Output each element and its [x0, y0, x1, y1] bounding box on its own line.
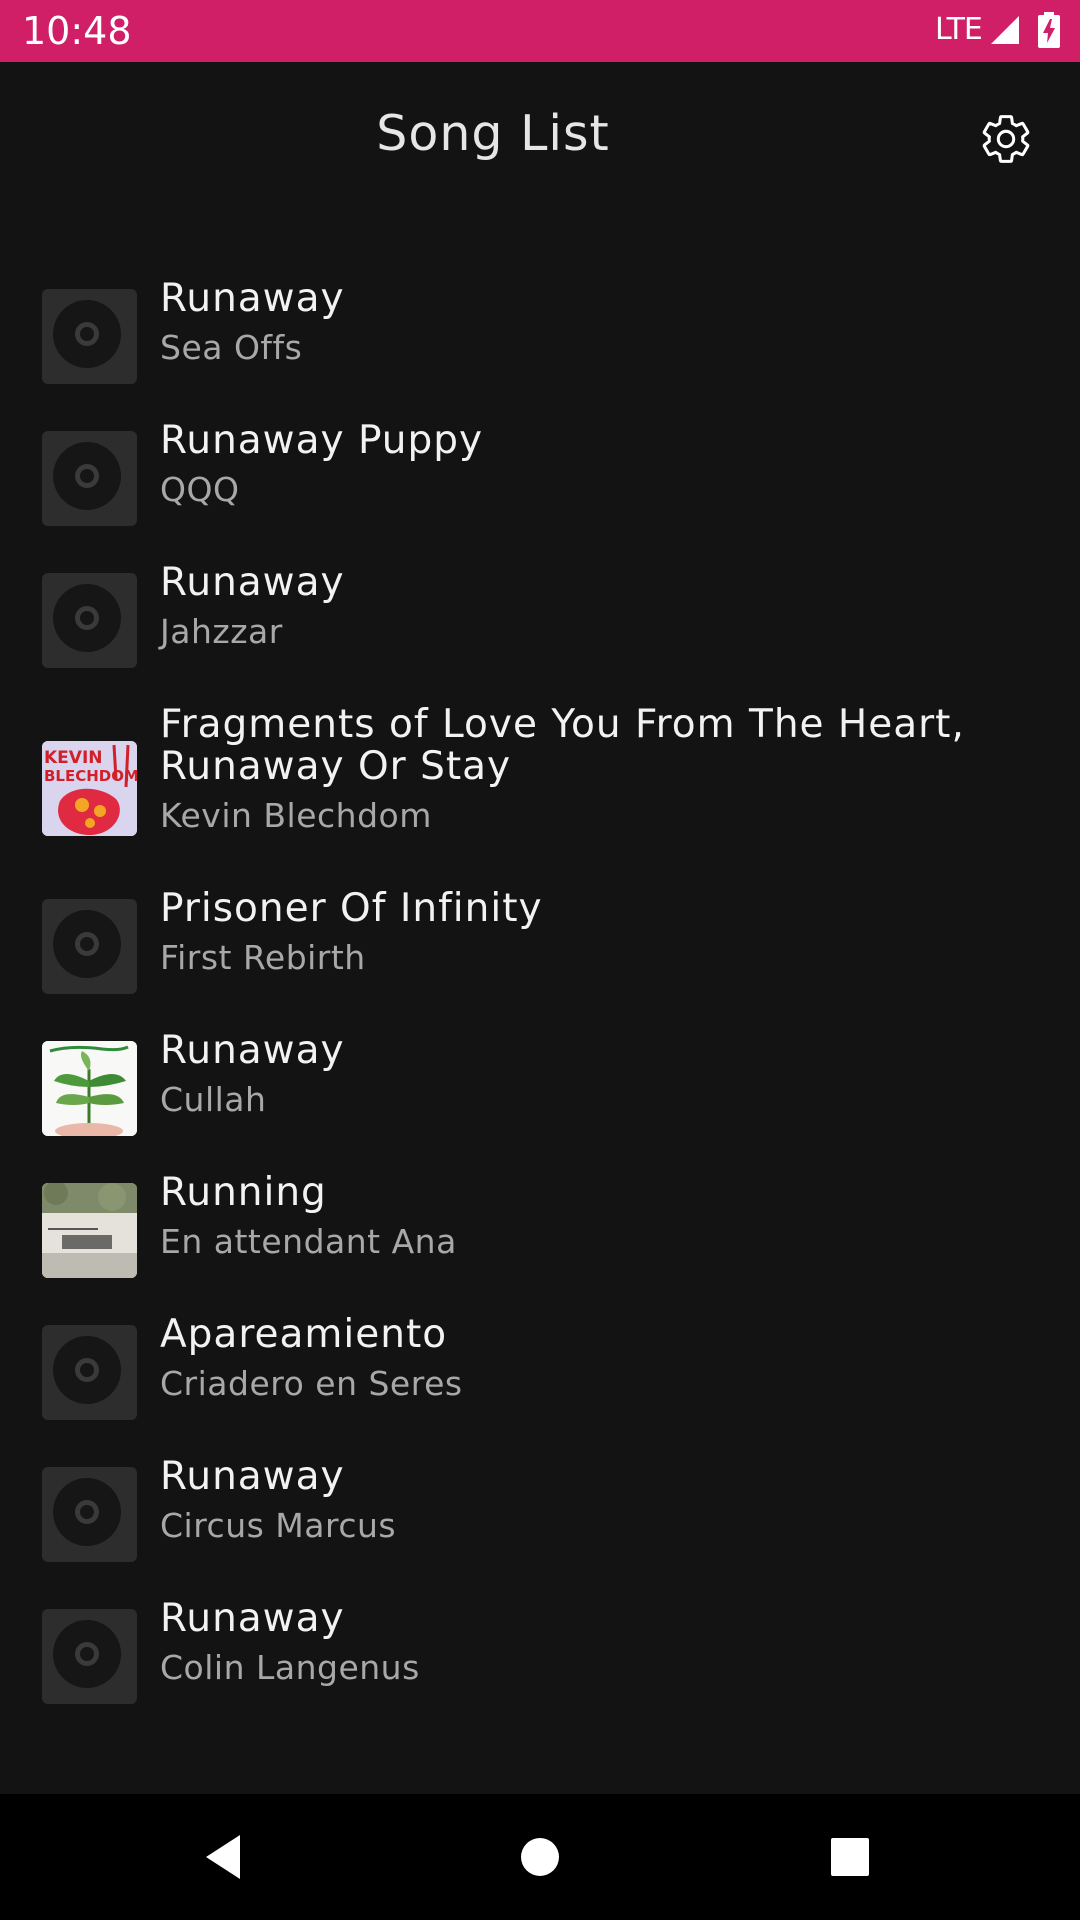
song-artist: Criadero en Seres	[160, 1364, 463, 1403]
gear-icon[interactable]	[978, 111, 1034, 167]
recents-icon[interactable]	[820, 1827, 880, 1887]
song-title: Running	[160, 1170, 327, 1215]
song-artist: Jahzzar	[160, 612, 283, 651]
disc-icon	[42, 431, 137, 526]
song-title: Apareamiento	[160, 1312, 448, 1357]
song-title: Runaway	[160, 1596, 345, 1641]
disc-icon	[42, 1609, 137, 1704]
disc-icon	[42, 289, 137, 384]
disc-icon	[42, 1467, 137, 1562]
disc-icon	[42, 1325, 137, 1420]
status-time: 10:48	[22, 9, 132, 53]
song-title: Prisoner Of Infinity	[160, 886, 543, 931]
list-item[interactable]: Runaway Circus Marcus	[0, 1440, 1080, 1582]
album-cover-cullah	[42, 1041, 137, 1136]
list-item[interactable]: Running En attendant Ana	[0, 1156, 1080, 1298]
list-item[interactable]: Runaway Sea Offs	[0, 262, 1080, 404]
disc-icon	[42, 573, 137, 668]
back-icon[interactable]	[194, 1827, 254, 1887]
song-artist: Circus Marcus	[160, 1506, 397, 1545]
list-item[interactable]: Apareamiento Criadero en Seres	[0, 1298, 1080, 1440]
song-title: Runaway	[160, 1028, 345, 1073]
song-title: Runaway	[160, 560, 345, 605]
song-artist: QQQ	[160, 470, 240, 509]
navigation-bar	[0, 1794, 1080, 1920]
battery-charging-icon	[1038, 12, 1060, 48]
network-type: LTE	[935, 12, 983, 47]
song-list: Runaway Sea Offs Runaway Puppy QQQ Runaw…	[0, 262, 1080, 1724]
song-artist: Colin Langenus	[160, 1648, 420, 1687]
song-artist: Kevin Blechdom	[160, 796, 432, 835]
cover-text-line1: KEVIN	[44, 748, 103, 768]
list-item[interactable]: Prisoner Of Infinity First Rebirth	[0, 872, 1080, 1014]
list-item[interactable]: Runaway Puppy QQQ	[0, 404, 1080, 546]
song-artist: First Rebirth	[160, 938, 366, 977]
song-title: Runaway	[160, 1454, 345, 1499]
page-title: Song List	[376, 105, 610, 162]
song-artist: En attendant Ana	[160, 1222, 457, 1261]
song-title: Runaway Puppy	[160, 418, 484, 463]
list-item[interactable]: Runaway Jahzzar	[0, 546, 1080, 688]
album-cover-kevin-blechdom: KEVIN BLECHDOM	[42, 741, 137, 836]
app-bar: Song List	[0, 62, 1080, 214]
home-icon[interactable]	[510, 1827, 570, 1887]
signal-icon	[991, 16, 1019, 44]
song-artist: Cullah	[160, 1080, 267, 1119]
album-cover-en-attendant-ana	[42, 1183, 137, 1278]
song-title: Runaway	[160, 276, 345, 321]
cover-text-line2: BLECHDOM	[44, 767, 137, 785]
song-artist: Sea Offs	[160, 328, 303, 367]
list-item[interactable]: Runaway Colin Langenus	[0, 1582, 1080, 1724]
list-item[interactable]: Runaway Cullah	[0, 1014, 1080, 1156]
status-bar: 10:48 LTE	[0, 0, 1080, 62]
song-title: Fragments of Love You From The Heart, Ru…	[160, 702, 965, 789]
disc-icon	[42, 899, 137, 994]
list-item[interactable]: KEVIN BLECHDOM Fragments of Love You Fro…	[0, 688, 1080, 872]
